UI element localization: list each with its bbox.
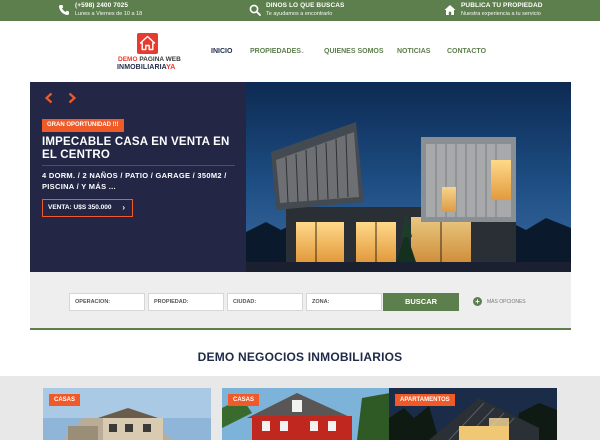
zona-select[interactable]: ZONA: [306,293,382,311]
more-options-link[interactable]: + MÁS OPCIONES [473,297,526,306]
search-help-link[interactable]: DINOS LO QUE BUSCAS Te ayudamos a encont… [249,2,345,17]
property-card[interactable]: CASAS [222,388,390,440]
more-options-label: MÁS OPCIONES [487,298,526,305]
phone-icon [59,5,69,15]
search-help-title: DINOS LO QUE BUSCAS [266,2,345,9]
section-title: DEMO NEGOCIOS INMOBILIARIOS [197,350,403,364]
site-logo[interactable]: DEMO PAGINA WEB INMOBILIARIAYA [116,33,186,77]
home-icon [444,5,456,15]
top-bar: (+598) 2400 7025 Lunes a Viernes de 10 a… [0,0,600,21]
chevron-left-icon[interactable] [44,92,54,104]
search-help-sub: Te ayudamos a encontrarlo [266,10,333,17]
publish-title: PUBLICA TU PROPIEDAD [461,2,543,9]
opportunity-badge: GRAN OPORTUNIDAD !!! [42,119,124,132]
property-card[interactable]: CASAS [43,388,211,440]
site-header: DEMO PAGINA WEB INMOBILIARIAYA INICIO PR… [0,21,600,82]
nav-quienes-somos[interactable]: QUIENES SOMOS [324,48,384,55]
chevron-right-icon[interactable] [67,92,77,104]
search-icon [249,4,261,16]
nav-inicio[interactable]: INICIO [211,48,232,55]
logo-line-1: DEMO PAGINA WEB [118,56,181,63]
propiedad-select[interactable]: PROPIEDAD: [148,293,224,311]
hero-slider: GRAN OPORTUNIDAD !!! IMPECABLE CASA EN V… [30,82,571,272]
hero-info-panel: GRAN OPORTUNIDAD !!! IMPECABLE CASA EN V… [30,82,246,272]
nav-contacto[interactable]: CONTACTO [447,48,486,55]
phone-number: (+598) 2400 7025 [75,2,129,9]
search-button[interactable]: BUSCAR [383,293,459,311]
hero-features: 4 DORM. / 2 NAÑOS / PATIO / GARAGE / 350… [42,171,227,191]
logo-line-2: INMOBILIARIAYA [117,64,176,71]
search-divider [30,328,571,330]
card-category-badge: APARTAMENTOS [395,394,455,406]
publish-property-link[interactable]: PUBLICA TU PROPIEDAD Nuestra experiencia… [444,2,543,17]
nav-noticias[interactable]: NOTICIAS [397,48,430,55]
price-button[interactable]: VENTA: U$S 350.000 › [42,199,133,217]
hero-house-image [246,82,571,272]
chevron-right-icon: › [122,203,125,212]
card-category-badge: CASAS [228,394,260,406]
property-card[interactable]: APARTAMENTOS [389,388,557,440]
house-logo-icon [137,33,158,54]
card-category-badge: CASAS [49,394,81,406]
phone-contact[interactable]: (+598) 2400 7025 Lunes a Viernes de 10 a… [58,2,143,17]
price-label: VENTA: U$S 350.000 [48,204,112,211]
publish-sub: Nuestra experiencia a tu servicio [461,10,541,17]
ciudad-select[interactable]: CIUDAD: [227,293,303,311]
chevron-down-icon[interactable]: ⌄ [300,48,305,55]
nav-propiedades[interactable]: PROPIEDADES [250,48,301,55]
plus-icon: + [473,297,482,306]
hero-divider [42,165,235,166]
phone-hours: Lunes a Viernes de 10 a 18 [75,10,143,17]
hero-title: IMPECABLE CASA EN VENTA EN EL CENTRO [42,136,230,161]
operacion-select[interactable]: OPERACION: [69,293,145,311]
